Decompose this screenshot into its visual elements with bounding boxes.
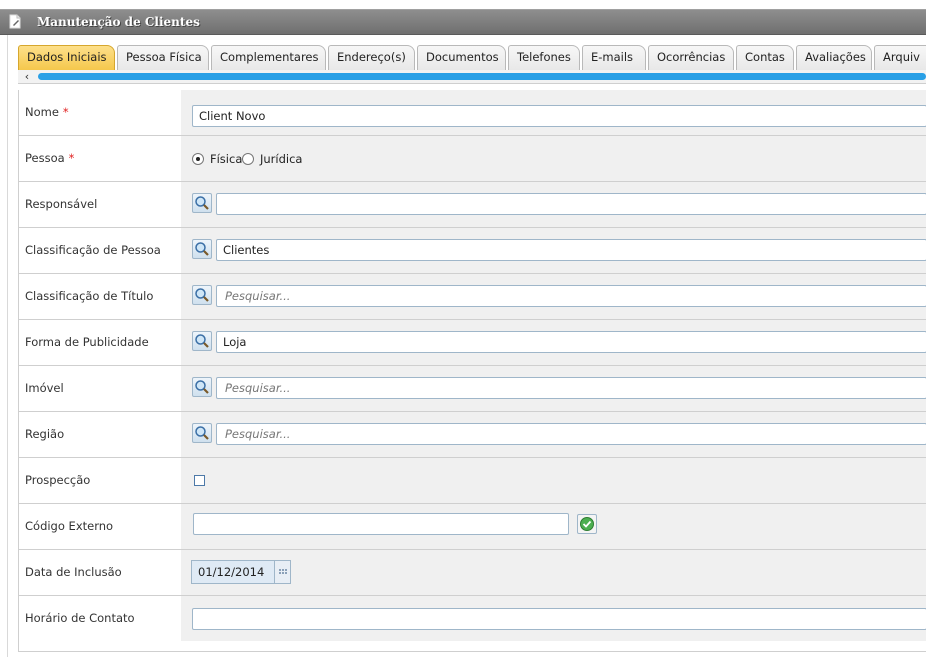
nome-label: Nome *: [19, 90, 181, 135]
search-icon[interactable]: [192, 331, 212, 351]
data-inclusao-label: Data de Inclusão: [19, 550, 181, 595]
imovel-input[interactable]: Pesquisar...: [216, 377, 926, 399]
search-icon[interactable]: [192, 193, 212, 213]
horario-contato-input[interactable]: [192, 608, 926, 630]
window-title: Manutenção de Clientes: [37, 15, 200, 29]
prospeccao-checkbox[interactable]: [194, 475, 205, 486]
classificacao-titulo-label: Classificação de Título: [19, 274, 181, 319]
tab-complementares[interactable]: Complementares: [211, 45, 326, 70]
tab-dados-iniciais[interactable]: Dados Iniciais: [18, 45, 115, 70]
row-prospeccao: Prospecção: [19, 458, 926, 504]
responsavel-label: Responsável: [19, 182, 181, 227]
pessoa-juridica-label: Jurídica: [260, 152, 303, 166]
client-form: Nome * Client Novo Pessoa * Física Jurídic…: [18, 90, 926, 652]
tab-emails[interactable]: E-mails: [582, 45, 646, 70]
tab-avaliacoes[interactable]: Avaliações: [796, 45, 872, 70]
row-classificacao-pessoa: Classificação de Pessoa Clientes: [19, 228, 926, 274]
responsavel-input[interactable]: [216, 193, 926, 215]
left-border: [0, 35, 8, 657]
row-data-inclusao: Data de Inclusão 01/12/2014: [19, 550, 926, 596]
horario-contato-label: Horário de Contato: [19, 596, 181, 641]
regiao-input[interactable]: Pesquisar...: [216, 423, 926, 445]
pessoa-label: Pessoa *: [19, 136, 181, 181]
pessoa-juridica-radio[interactable]: [242, 153, 254, 165]
tab-arquivos[interactable]: Arquiv: [874, 45, 926, 70]
search-icon[interactable]: [192, 285, 212, 305]
search-icon[interactable]: [192, 377, 212, 397]
tab-enderecos[interactable]: Endereço(s): [328, 45, 415, 70]
tab-documentos[interactable]: Documentos: [417, 45, 506, 70]
tab-contas[interactable]: Contas: [736, 45, 794, 70]
required-marker: *: [68, 151, 75, 165]
row-pessoa: Pessoa * Física Jurídica: [19, 136, 926, 182]
tab-strip: Dados Iniciais Pessoa Física Complementa…: [18, 45, 926, 71]
tab-ocorrencias[interactable]: Ocorrências: [648, 45, 734, 70]
row-responsavel: Responsável: [19, 182, 926, 228]
classificacao-titulo-input[interactable]: Pesquisar...: [216, 285, 926, 307]
regiao-label: Região: [19, 412, 181, 457]
required-marker: *: [62, 105, 69, 119]
scroll-left-arrow-icon[interactable]: ‹: [20, 70, 34, 84]
imovel-label: Imóvel: [19, 366, 181, 411]
data-inclusao-input[interactable]: 01/12/2014: [191, 560, 291, 584]
row-imovel: Imóvel Pesquisar...: [19, 366, 926, 412]
prospeccao-label: Prospecção: [19, 458, 181, 503]
classificacao-pessoa-input[interactable]: Clientes: [216, 239, 926, 261]
pessoa-fisica-radio[interactable]: [192, 153, 204, 165]
row-forma-publicidade: Forma de Publicidade Loja: [19, 320, 926, 366]
data-inclusao-value: 01/12/2014: [198, 565, 265, 579]
row-regiao: Região Pesquisar...: [19, 412, 926, 458]
codigo-externo-label: Código Externo: [19, 504, 181, 549]
codigo-externo-input[interactable]: [193, 513, 569, 535]
window-titlebar: Manutenção de Clientes: [0, 9, 926, 35]
classificacao-pessoa-label: Classificação de Pessoa: [19, 228, 181, 273]
tab-telefones[interactable]: Telefones: [508, 45, 580, 70]
forma-publicidade-label: Forma de Publicidade: [19, 320, 181, 365]
search-icon[interactable]: [192, 239, 212, 259]
forma-publicidade-input[interactable]: Loja: [216, 331, 926, 353]
calendar-icon[interactable]: [274, 561, 290, 583]
row-codigo-externo: Código Externo: [19, 504, 926, 550]
row-horario-contato: Horário de Contato: [19, 596, 926, 642]
document-edit-icon: [8, 14, 23, 30]
row-nome: Nome * Client Novo: [19, 90, 926, 136]
scroll-thumb[interactable]: [38, 73, 926, 80]
tab-pessoa-fisica[interactable]: Pessoa Física: [117, 45, 209, 70]
pessoa-fisica-label: Física: [210, 152, 243, 166]
row-classificacao-titulo: Classificação de Título Pesquisar...: [19, 274, 926, 320]
check-circle-icon[interactable]: [577, 514, 597, 534]
tab-scrollbar[interactable]: ‹: [18, 70, 926, 84]
search-icon[interactable]: [192, 423, 212, 443]
nome-input[interactable]: Client Novo: [192, 105, 926, 127]
